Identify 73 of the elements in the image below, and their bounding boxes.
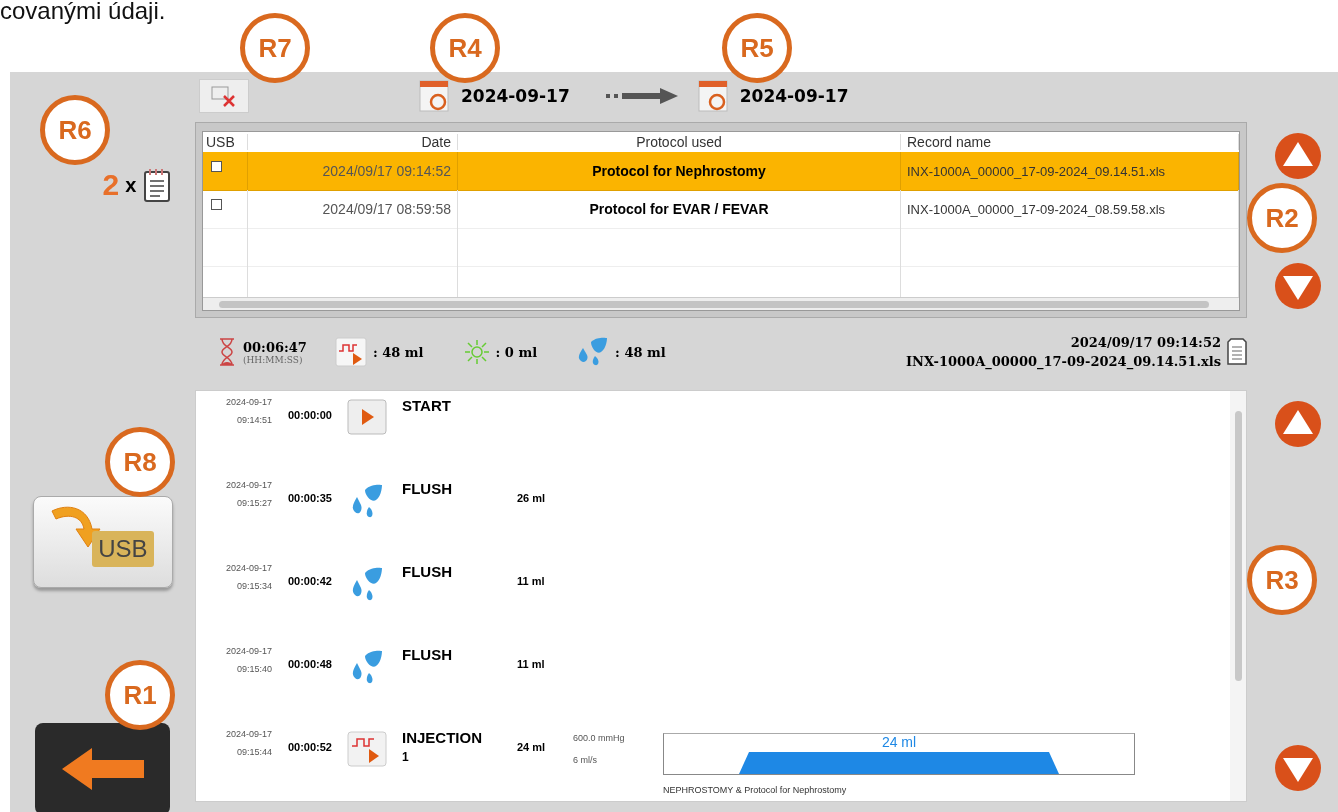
event-time: 09:15:34 [236,581,272,591]
hourglass-icon [217,337,237,367]
event-name: START [402,397,452,414]
event-volume: 11 ml [517,575,546,587]
column-header: USB [203,134,248,150]
record-row[interactable]: 2024/09/17 09:14:52 Protocol for Nephrostomy INX-1000A_00000_17-09-2024_09.14.51.xls [203,152,1239,190]
pressure-setting: 600.0 mmHg [573,733,626,743]
elapsed-time: 00:00:42 [286,575,332,587]
column-header: Record name [901,134,1239,150]
elapsed-time: 00:00:35 [286,492,332,504]
profile-volume-label: 24 ml [880,734,918,750]
record-name-cell: INX-1000A_00000_17-09-2024_08.59.58.xls [907,201,1166,217]
usb-checkbox[interactable] [211,198,222,210]
event-time: 09:15:40 [236,664,272,674]
horizontal-scrollbar[interactable] [203,297,1239,310]
event-time: 09:15:44 [236,747,272,757]
document-text: covanými údaji. [0,0,166,22]
from-date: 2024-09-17 [461,86,570,106]
callout-marker: R5 [722,13,792,83]
event-volume: 11 ml [517,658,546,670]
export-usb-button[interactable]: USB [32,496,173,588]
play-icon [347,399,387,435]
record-file-name: INX-1000A_00000_17-09-2024_09.14.51.xls [906,354,1221,369]
duration-unit: (HH:MM:SS) [243,354,304,365]
date-cell: 2024/09/17 09:14:52 [322,163,451,179]
protocol-cell: Protocol for EVAR / FEVAR [589,201,769,217]
column-header: Protocol used [458,134,901,150]
event-name: FLUSH [402,480,453,497]
record-row[interactable]: 2024/09/17 08:59:58 Protocol for EVAR / FEVAR INX-1000A_00000_17-09-2024_08.59.58.xls [203,190,1239,228]
event-name: INJECTION [402,729,483,746]
flow-rate-setting: 6 ml/s [573,755,598,765]
sun-icon [463,339,490,365]
light-volume: : 0 ml [495,344,538,360]
usb-checkbox[interactable] [211,160,222,172]
protocol-cell: Protocol for Nephrostomy [592,163,766,179]
callout-marker: R7 [240,13,310,83]
vertical-scrollbar[interactable] [1230,391,1246,801]
record-count: 2 [102,168,120,202]
calendar-icon[interactable] [419,80,449,112]
callout-marker: R4 [430,13,500,83]
protocol-caption: NEPHROSTOMY & Protocol for Nephrostomy [663,785,848,795]
total-duration: 00:06:47 [243,339,307,355]
notepad-icon [142,167,173,203]
elapsed-time: 00:00:52 [286,741,332,753]
event-time: 09:15:27 [236,498,272,508]
injected-volume: : 48 ml [372,344,424,360]
event-date: 2024-09-17 [225,729,272,739]
back-button[interactable] [35,723,170,812]
record-name-cell: INX-1000A_00000_17-09-2024_09.14.51.xls [907,163,1166,179]
event-name: FLUSH [402,563,453,580]
calendar-icon[interactable] [697,80,728,112]
event-volume: 24 ml [517,741,547,753]
elapsed-time: 00:00:48 [286,658,332,670]
event-volume: 26 ml [517,492,547,504]
event-name: FLUSH [402,646,453,663]
injection-number: 1 [402,750,410,764]
event-date: 2024-09-17 [225,563,272,573]
injection-icon [347,731,387,767]
record-date: 2024/09/17 09:14:52 [1070,335,1221,350]
elapsed-time: 00:00:00 [286,409,332,421]
to-date: 2024-09-17 [739,86,849,106]
column-header: Date [248,134,458,150]
event-date: 2024-09-17 [225,480,272,490]
drops-icon [577,336,610,368]
memory-card-icon [1227,338,1247,366]
event-time: 09:14:51 [236,415,272,425]
event-date: 2024-09-17 [225,646,272,656]
flush-volume: : 48 ml [615,344,666,360]
date-cell: 2024/09/17 08:59:58 [322,201,451,217]
multiplier-label: x [125,173,137,197]
clear-filter-button[interactable] [199,79,249,113]
event-date: 2024-09-17 [225,397,272,407]
injection-icon [334,337,367,367]
